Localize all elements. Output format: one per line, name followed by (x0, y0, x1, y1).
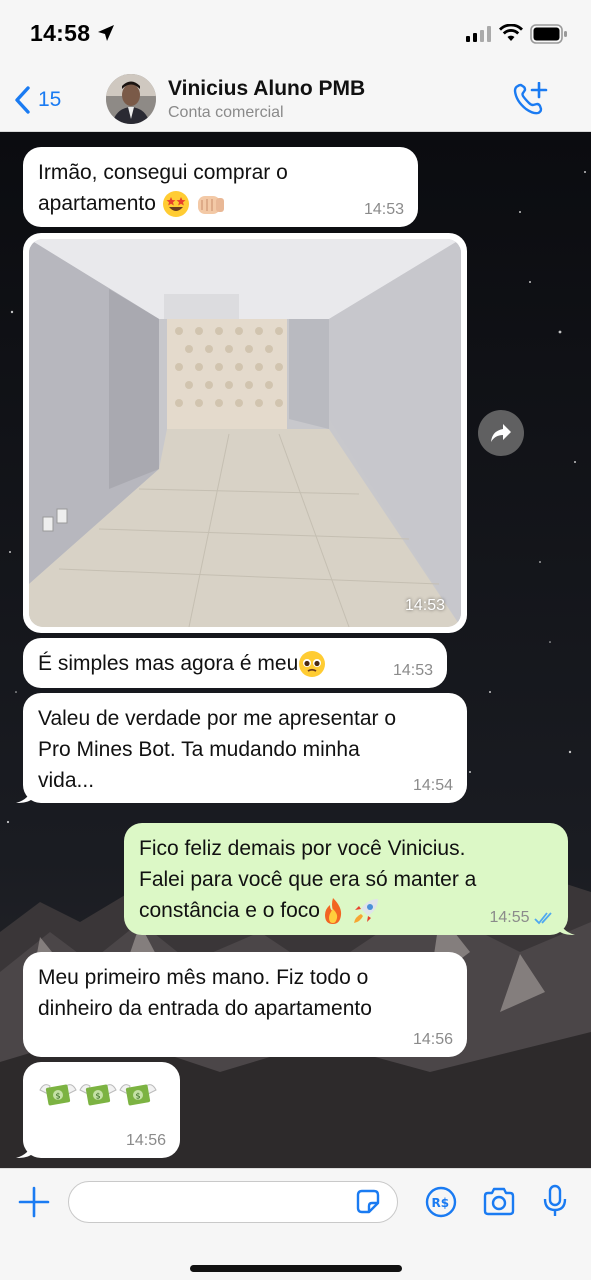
message-time: 14:56 (125, 1132, 166, 1149)
message-line: vida... (38, 769, 95, 792)
bubble-tail (16, 787, 32, 803)
payment-icon[interactable]: R$ (425, 1186, 457, 1218)
message-text: Meu primeiro mês mano. Fiz todo o dinhei… (38, 962, 455, 1024)
message-text: Irmão, consegui comprar o apartamento (38, 157, 406, 219)
message-line: Valeu de verdade por me apresentar o (38, 707, 397, 730)
message-text: Valeu de verdade por me apresentar o Pro… (38, 703, 455, 796)
message-time: 14:56 (412, 1031, 453, 1048)
message-line: apartamento (38, 192, 156, 215)
back-button[interactable]: 15 (14, 82, 61, 118)
message-line: É simples mas agora é meu (38, 652, 299, 675)
message-line: Falei para você que era só manter a (139, 868, 477, 891)
message-time: 14:54 (412, 777, 453, 794)
message-time: 14:53 (363, 201, 404, 218)
message-line: Pro Mines Bot. Ta mudando minha (38, 738, 360, 761)
home-indicator (190, 1265, 402, 1272)
fire-emoji-icon (324, 898, 342, 925)
message-photo-bubble[interactable]: 14:53 (23, 233, 467, 633)
forward-arrow-icon (491, 424, 511, 442)
message-bubble-incoming[interactable]: Valeu de verdade por me apresentar o Pro… (16, 693, 467, 803)
location-arrow-icon (98, 25, 114, 41)
unread-count: 15 (38, 88, 62, 111)
message-bubble-outgoing[interactable]: Fico feliz demais por você Vinicius. Fal… (124, 823, 575, 935)
bubble-tail (559, 919, 575, 935)
svg-text:R$: R$ (432, 1196, 450, 1210)
chat-area[interactable]: Irmão, consegui comprar o apartamento 14… (0, 132, 591, 1168)
message-emojis: $ $ $ (38, 1076, 168, 1112)
avatar[interactable] (106, 74, 156, 124)
svg-text:$: $ (56, 1092, 61, 1101)
rocket-emoji-icon (353, 899, 378, 924)
message-line: dinheiro da entrada do apartamento (38, 997, 372, 1020)
message-time-text: 14:55 (489, 909, 530, 926)
message-bubble-incoming[interactable]: $ $ $ 14:56 (16, 1062, 180, 1158)
camera-icon[interactable] (482, 1187, 516, 1217)
message-line: constância e o foco (139, 899, 320, 922)
forward-button[interactable] (478, 410, 524, 456)
star-struck-emoji-icon (162, 191, 189, 218)
status-time: 14:58 (30, 20, 91, 46)
contact-subtitle: Conta comercial (168, 104, 284, 121)
sticker-icon[interactable] (354, 1188, 382, 1216)
money-with-wings-emoji-icon: $ (79, 1084, 117, 1106)
message-bubble-incoming[interactable]: Meu primeiro mês mano. Fiz todo o dinhei… (23, 952, 467, 1057)
svg-text:$: $ (136, 1092, 141, 1101)
message-time: 14:53 (392, 662, 433, 679)
message-text: É simples mas agora é meu (38, 648, 435, 679)
money-with-wings-emoji-icon: $ (39, 1084, 77, 1106)
call-add-icon[interactable] (512, 82, 548, 116)
apartment-room-image (29, 239, 461, 627)
cellular-signal-icon (466, 26, 491, 42)
microphone-icon[interactable] (543, 1184, 567, 1218)
battery-icon (530, 24, 567, 44)
message-bubble-incoming[interactable]: Irmão, consegui comprar o apartamento 14… (23, 147, 418, 227)
message-input[interactable] (68, 1181, 398, 1223)
read-ticks-icon (534, 912, 552, 925)
plus-attach-icon[interactable] (18, 1186, 50, 1218)
money-with-wings-emoji-icon: $ (119, 1084, 157, 1106)
fist-bump-emoji-icon (197, 196, 224, 215)
apartment-photo[interactable]: 14:53 (29, 239, 461, 627)
message-bubble-incoming[interactable]: É simples mas agora é meu 14:53 (23, 638, 447, 688)
contact-name[interactable]: Vinicius Aluno PMB (168, 77, 365, 101)
svg-text:$: $ (96, 1092, 101, 1101)
pleading-face-emoji-icon (299, 651, 326, 678)
message-line: Fico feliz demais por você Vinicius. (139, 837, 466, 860)
message-line: Meu primeiro mês mano. Fiz todo o (38, 966, 369, 989)
chevron-left-icon (15, 86, 30, 114)
bubble-tail (16, 1142, 32, 1158)
message-time: 14:55 (490, 909, 557, 927)
input-bar: R$ (0, 1168, 591, 1280)
message-line: Irmão, consegui comprar o (38, 161, 288, 184)
status-bar: 14:58 (0, 0, 591, 68)
photo-time: 14:53 (404, 597, 445, 614)
contact-photo (106, 74, 156, 124)
chat-header: 15 Vinicius Aluno PMB Conta comercial (0, 68, 591, 132)
wifi-icon (499, 24, 523, 41)
